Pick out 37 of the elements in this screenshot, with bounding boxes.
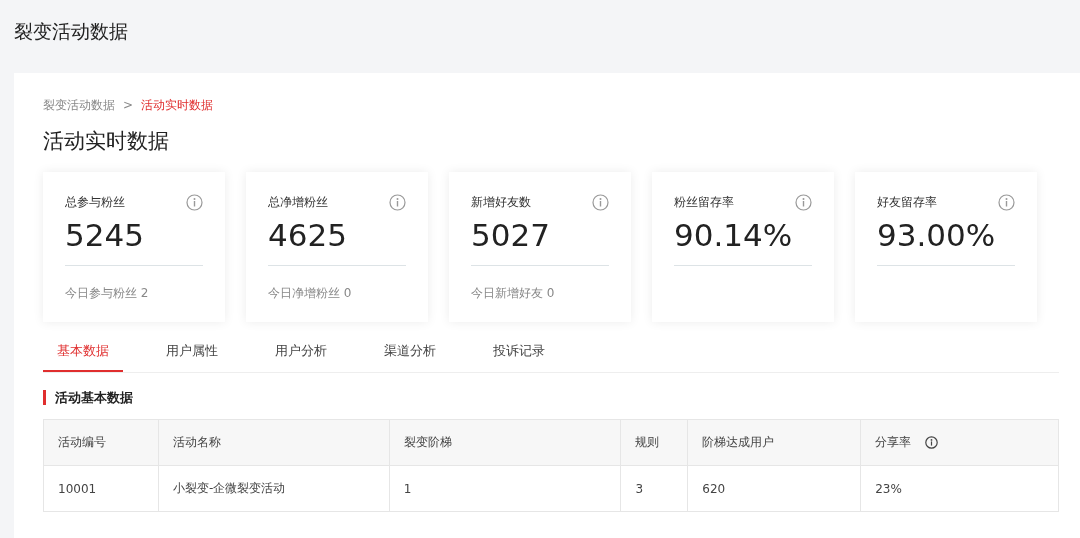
info-icon[interactable]: [925, 436, 939, 449]
column-header: 阶梯达成用户: [702, 434, 775, 451]
column-header: 分享率: [875, 434, 912, 451]
column-header: 活动名称: [172, 434, 221, 451]
tab[interactable]: 投诉记录: [479, 342, 559, 372]
column-header: 裂变阶梯: [403, 434, 452, 451]
stat-value: 93.00%: [877, 217, 997, 255]
stat-footnote: 今日新增好友 0: [471, 285, 556, 302]
stat-value: 90.14%: [674, 217, 794, 255]
stat-label: 粉丝留存率: [674, 194, 734, 211]
column-header: 活动编号: [58, 434, 106, 451]
stat-footnote: 今日净增粉丝 0: [268, 285, 353, 302]
table-cell: 小裂变-企微裂变活动: [158, 465, 390, 512]
table-title: 活动基本数据: [43, 390, 1080, 405]
breadcrumb-link[interactable]: 裂变活动数据: [43, 96, 115, 114]
tab[interactable]: 用户属性: [152, 342, 232, 372]
stat-label: 好友留存率: [877, 194, 937, 211]
column-header: 规则: [635, 434, 660, 451]
table-cell: 10001: [43, 465, 159, 512]
table-cell: 23%: [860, 465, 1059, 512]
stat-value: 5245: [65, 217, 145, 255]
stat-label: 总净增粉丝: [268, 194, 328, 211]
stat-value: 4625: [268, 217, 348, 255]
stat-label: 新增好友数: [471, 194, 531, 211]
breadcrumb-link[interactable]: 活动实时数据: [141, 96, 214, 114]
table-cell: 3: [620, 465, 688, 512]
page-title: 裂变活动数据: [14, 20, 128, 42]
section-title: 活动实时数据: [43, 128, 170, 155]
table-cell: 620: [687, 465, 861, 512]
tab[interactable]: 基本数据: [43, 342, 123, 372]
stat-value: 5027: [471, 217, 551, 255]
stat-label: 总参与粉丝: [65, 194, 125, 211]
table-cell: 1: [389, 465, 621, 512]
stat-footnote: 今日参与粉丝 2: [65, 285, 150, 302]
tab[interactable]: 用户分析: [261, 342, 341, 372]
tab[interactable]: 渠道分析: [370, 342, 450, 372]
breadcrumb-separator: >: [123, 98, 134, 112]
